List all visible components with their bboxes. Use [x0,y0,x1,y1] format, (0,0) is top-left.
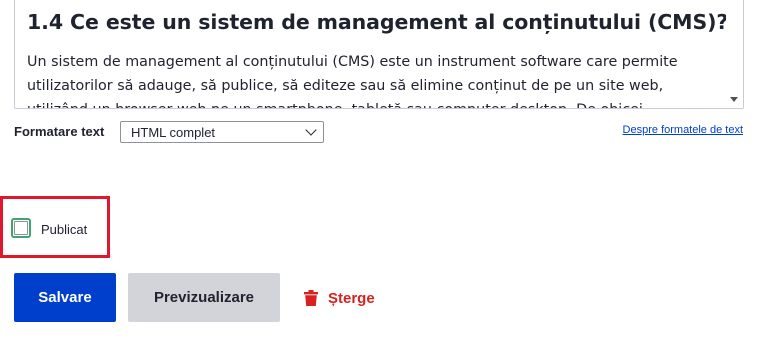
save-button[interactable]: Salvare [14,273,116,322]
preview-button[interactable]: Previzualizare [128,273,280,322]
content-heading: 1.4 Ce este un sistem de management al c… [27,10,729,34]
text-formats-help-link[interactable]: Despre formatele de text [623,124,743,136]
scroll-down-icon[interactable] [730,97,738,102]
content-paragraph: Un sistem de management al conținutului … [27,54,678,108]
delete-button[interactable]: Șterge [304,287,375,309]
editor-content[interactable]: 1.4 Ce este un sistem de management al c… [27,0,729,108]
chevron-down-icon [305,124,317,136]
text-format-label: Formatare text [14,124,105,139]
delete-label[interactable]: Șterge [328,290,375,307]
published-label[interactable]: Publicat [41,222,87,237]
trash-icon [304,290,318,306]
body-editor[interactable]: 1.4 Ce este un sistem de management al c… [14,0,744,109]
published-checkbox[interactable] [11,218,31,238]
text-format-select[interactable]: HTML complet [120,121,324,143]
text-format-selected-value: HTML complet [131,125,216,140]
editor-scrollbar[interactable] [726,0,743,108]
